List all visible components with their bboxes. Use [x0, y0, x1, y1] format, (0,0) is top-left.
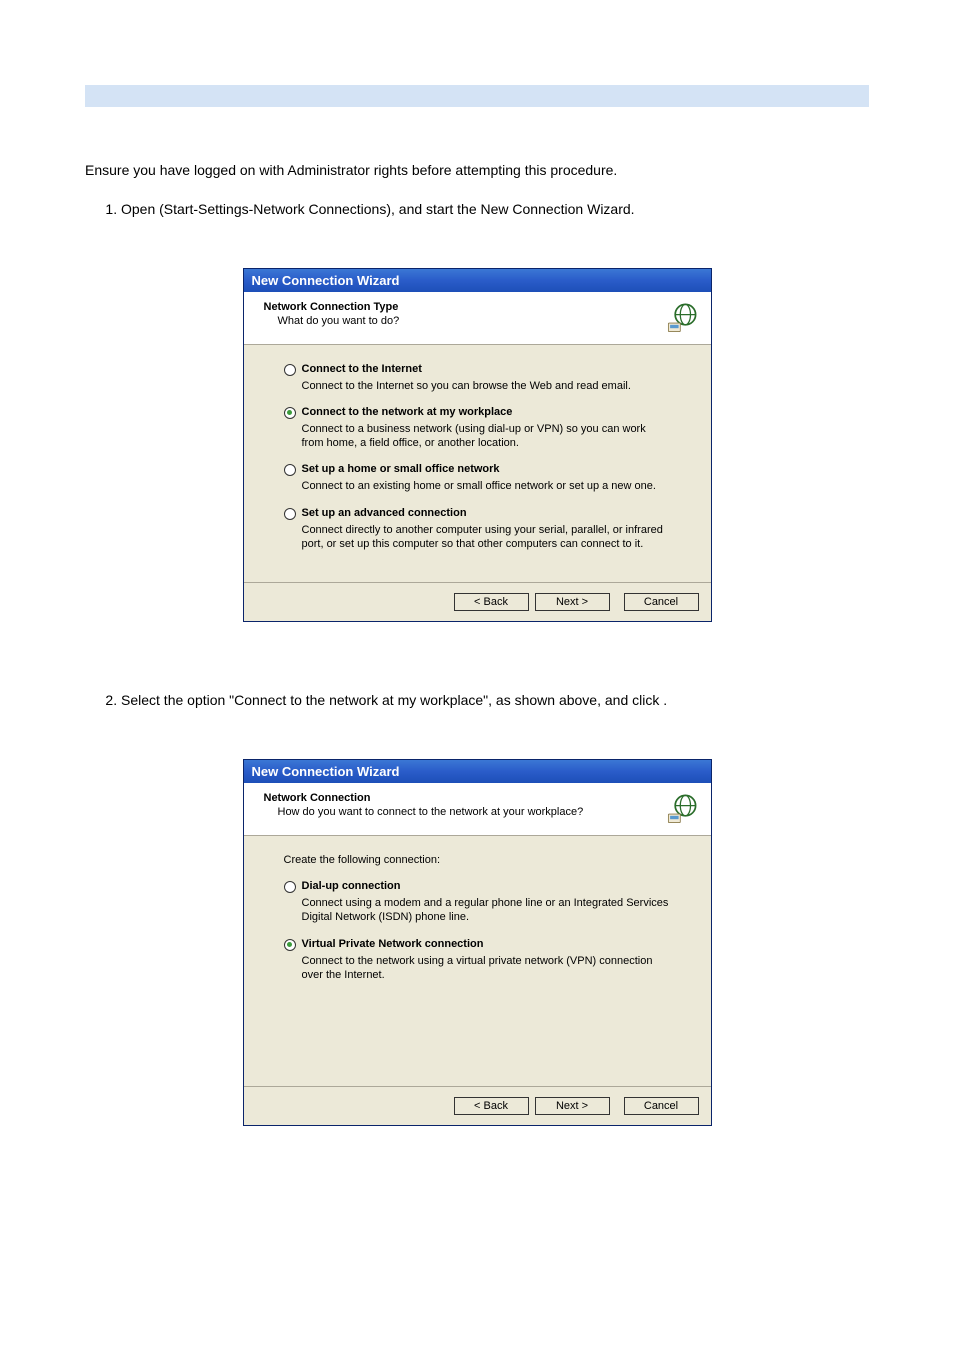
wizard-header-title: Network Connection Type	[264, 301, 665, 313]
section-header-bar	[85, 85, 869, 107]
step-1-text-suffix: (Start-Settings-Network Connections), an…	[159, 201, 634, 217]
wizard-title-bar: New Connection Wizard	[244, 760, 711, 783]
radio-icon	[284, 464, 296, 476]
step-1-text-prefix: Open	[121, 201, 159, 217]
wizard-header-title: Network Connection	[264, 792, 665, 804]
network-connection-icon	[665, 792, 699, 826]
option-connect-internet[interactable]: Connect to the Internet Connect to the I…	[284, 363, 671, 393]
wizard-title-bar: New Connection Wizard	[244, 269, 711, 292]
new-connection-wizard-2: New Connection Wizard Network Connection…	[243, 759, 712, 1126]
radio-icon	[284, 407, 296, 419]
radio-icon	[284, 881, 296, 893]
wizard-footer: < Back Next > Cancel	[244, 1086, 711, 1125]
radio-label: Connect to the network at my workplace	[302, 406, 513, 418]
new-connection-wizard-1: New Connection Wizard Network Connection…	[243, 268, 712, 623]
wizard-header: Network Connection How do you want to co…	[244, 783, 711, 836]
cancel-button[interactable]: Cancel	[624, 1097, 699, 1115]
radio-label: Set up a home or small office network	[302, 463, 500, 475]
wizard-header-subtitle: What do you want to do?	[264, 315, 665, 327]
radio-label: Dial-up connection	[302, 880, 401, 892]
radio-desc: Connect to an existing home or small off…	[302, 479, 671, 493]
option-vpn-connection[interactable]: Virtual Private Network connection Conne…	[284, 938, 671, 983]
back-button[interactable]: < Back	[454, 1097, 529, 1115]
network-connection-icon	[665, 301, 699, 335]
radio-icon	[284, 364, 296, 376]
wizard-body: Create the following connection: Dial-up…	[244, 836, 711, 1086]
step-2-text-prefix: Select the option "Connect to the networ…	[121, 692, 663, 708]
radio-label: Connect to the Internet	[302, 363, 422, 375]
wizard-body-intro: Create the following connection:	[284, 854, 671, 866]
option-home-office-network[interactable]: Set up a home or small office network Co…	[284, 463, 671, 493]
option-dialup-connection[interactable]: Dial-up connection Connect using a modem…	[284, 880, 671, 925]
wizard-body: Connect to the Internet Connect to the I…	[244, 345, 711, 583]
step-2-text-suffix: .	[663, 692, 667, 708]
radio-desc: Connect using a modem and a regular phon…	[302, 896, 671, 925]
radio-desc: Connect directly to another computer usi…	[302, 523, 671, 552]
radio-desc: Connect to a business network (using dia…	[302, 422, 671, 451]
next-button[interactable]: Next >	[535, 1097, 610, 1115]
cancel-button[interactable]: Cancel	[624, 593, 699, 611]
wizard-footer: < Back Next > Cancel	[244, 582, 711, 621]
intro-text: Ensure you have logged on with Administr…	[85, 162, 869, 178]
wizard-header-subtitle: How do you want to connect to the networ…	[264, 806, 665, 818]
radio-desc: Connect to the network using a virtual p…	[302, 954, 671, 983]
step-2: Select the option "Connect to the networ…	[121, 687, 869, 714]
radio-label: Virtual Private Network connection	[302, 938, 484, 950]
step-1: Open (Start-Settings-Network Connections…	[121, 196, 869, 223]
radio-desc: Connect to the Internet so you can brows…	[302, 379, 671, 393]
next-button[interactable]: Next >	[535, 593, 610, 611]
radio-label: Set up an advanced connection	[302, 507, 467, 519]
radio-icon	[284, 508, 296, 520]
option-advanced-connection[interactable]: Set up an advanced connection Connect di…	[284, 507, 671, 552]
back-button[interactable]: < Back	[454, 593, 529, 611]
radio-icon	[284, 939, 296, 951]
option-connect-workplace[interactable]: Connect to the network at my workplace C…	[284, 406, 671, 451]
wizard-header: Network Connection Type What do you want…	[244, 292, 711, 345]
